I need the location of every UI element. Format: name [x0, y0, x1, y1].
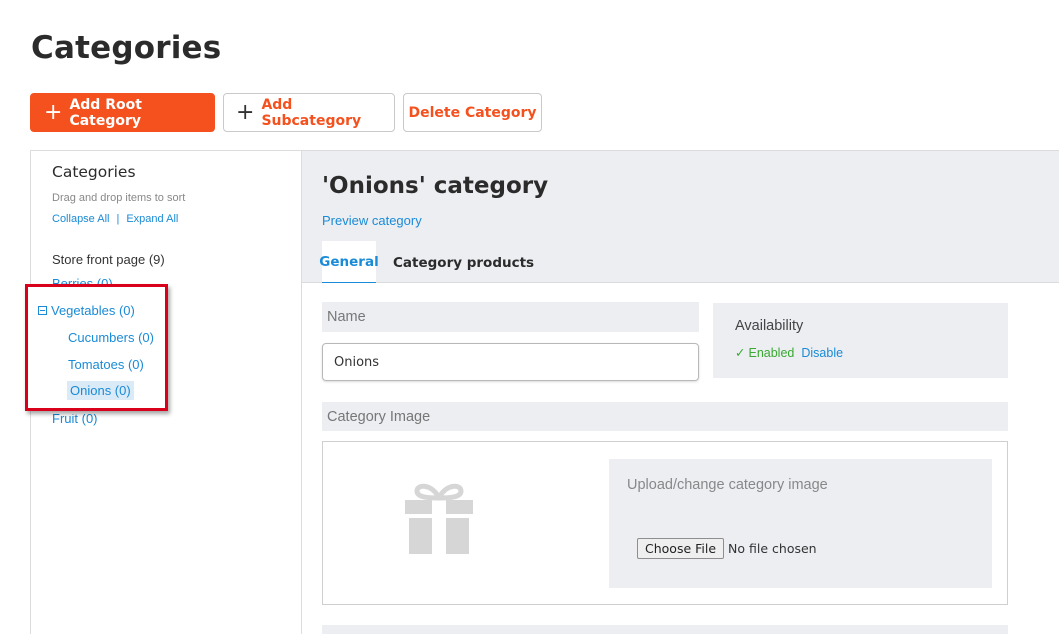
upload-label: Upload/change category image — [627, 477, 828, 493]
delete-category-label: Delete Category — [408, 104, 537, 121]
add-subcategory-button[interactable]: + Add Subcategory — [223, 93, 395, 132]
tab-general[interactable]: General — [319, 241, 379, 284]
tree-panel-title: Categories — [52, 163, 136, 181]
tree-root-store-front[interactable]: Store front page (9) — [52, 252, 165, 267]
file-input[interactable]: Choose File No file chosen — [637, 538, 817, 559]
tree-item-cucumbers[interactable]: Cucumbers (0) — [68, 330, 154, 345]
disable-link[interactable]: Disable — [801, 346, 843, 360]
tree-panel-hint: Drag and drop items to sort — [52, 192, 186, 204]
tree-item-onions[interactable]: Onions (0) — [67, 381, 134, 400]
gift-icon — [405, 483, 473, 554]
minus-box-icon[interactable] — [38, 306, 47, 315]
links-separator: | — [116, 213, 120, 225]
category-title: 'Onions' category — [322, 173, 549, 199]
editor-body: Name Onions Availability ✓ Enabled Disable… — [302, 283, 1059, 634]
tab-category-products[interactable]: Category products — [393, 241, 534, 284]
tree-item-tomatoes[interactable]: Tomatoes (0) — [68, 357, 144, 372]
name-input[interactable]: Onions — [322, 343, 699, 381]
name-section-label: Name — [322, 302, 699, 332]
expand-all-link[interactable]: Expand All — [126, 213, 178, 225]
editor-header: 'Onions' category Preview category Gener… — [302, 150, 1059, 284]
upload-area: Upload/change category image Choose File… — [609, 459, 992, 588]
no-file-label: No file chosen — [728, 541, 817, 556]
availability-title: Availability — [735, 318, 804, 334]
tree-item-vegetables-label: Vegetables (0) — [51, 303, 135, 318]
collapse-all-link[interactable]: Collapse All — [52, 213, 109, 225]
page-title: Categories — [31, 30, 222, 66]
next-section-bar — [322, 625, 1008, 634]
delete-category-button[interactable]: Delete Category — [403, 93, 542, 132]
category-image-label: Category Image — [322, 402, 1008, 431]
add-root-category-button[interactable]: + Add Root Category — [30, 93, 215, 132]
availability-box: Availability ✓ Enabled Disable — [713, 303, 1008, 378]
plus-icon: + — [236, 99, 255, 125]
check-icon: ✓ — [735, 346, 746, 360]
add-subcategory-label: Add Subcategory — [261, 96, 362, 129]
category-image-box: Upload/change category image Choose File… — [322, 441, 1008, 605]
plus-icon: + — [44, 99, 63, 125]
preview-category-link[interactable]: Preview category — [322, 213, 422, 228]
tree-item-vegetables[interactable]: Vegetables (0) — [38, 303, 135, 318]
choose-file-button[interactable]: Choose File — [637, 538, 725, 559]
availability-status: ✓ Enabled Disable — [735, 345, 843, 360]
add-root-category-label: Add Root Category — [69, 96, 142, 129]
enabled-label: Enabled — [748, 346, 795, 360]
tree-panel-links: Collapse All | Expand All — [52, 213, 178, 225]
